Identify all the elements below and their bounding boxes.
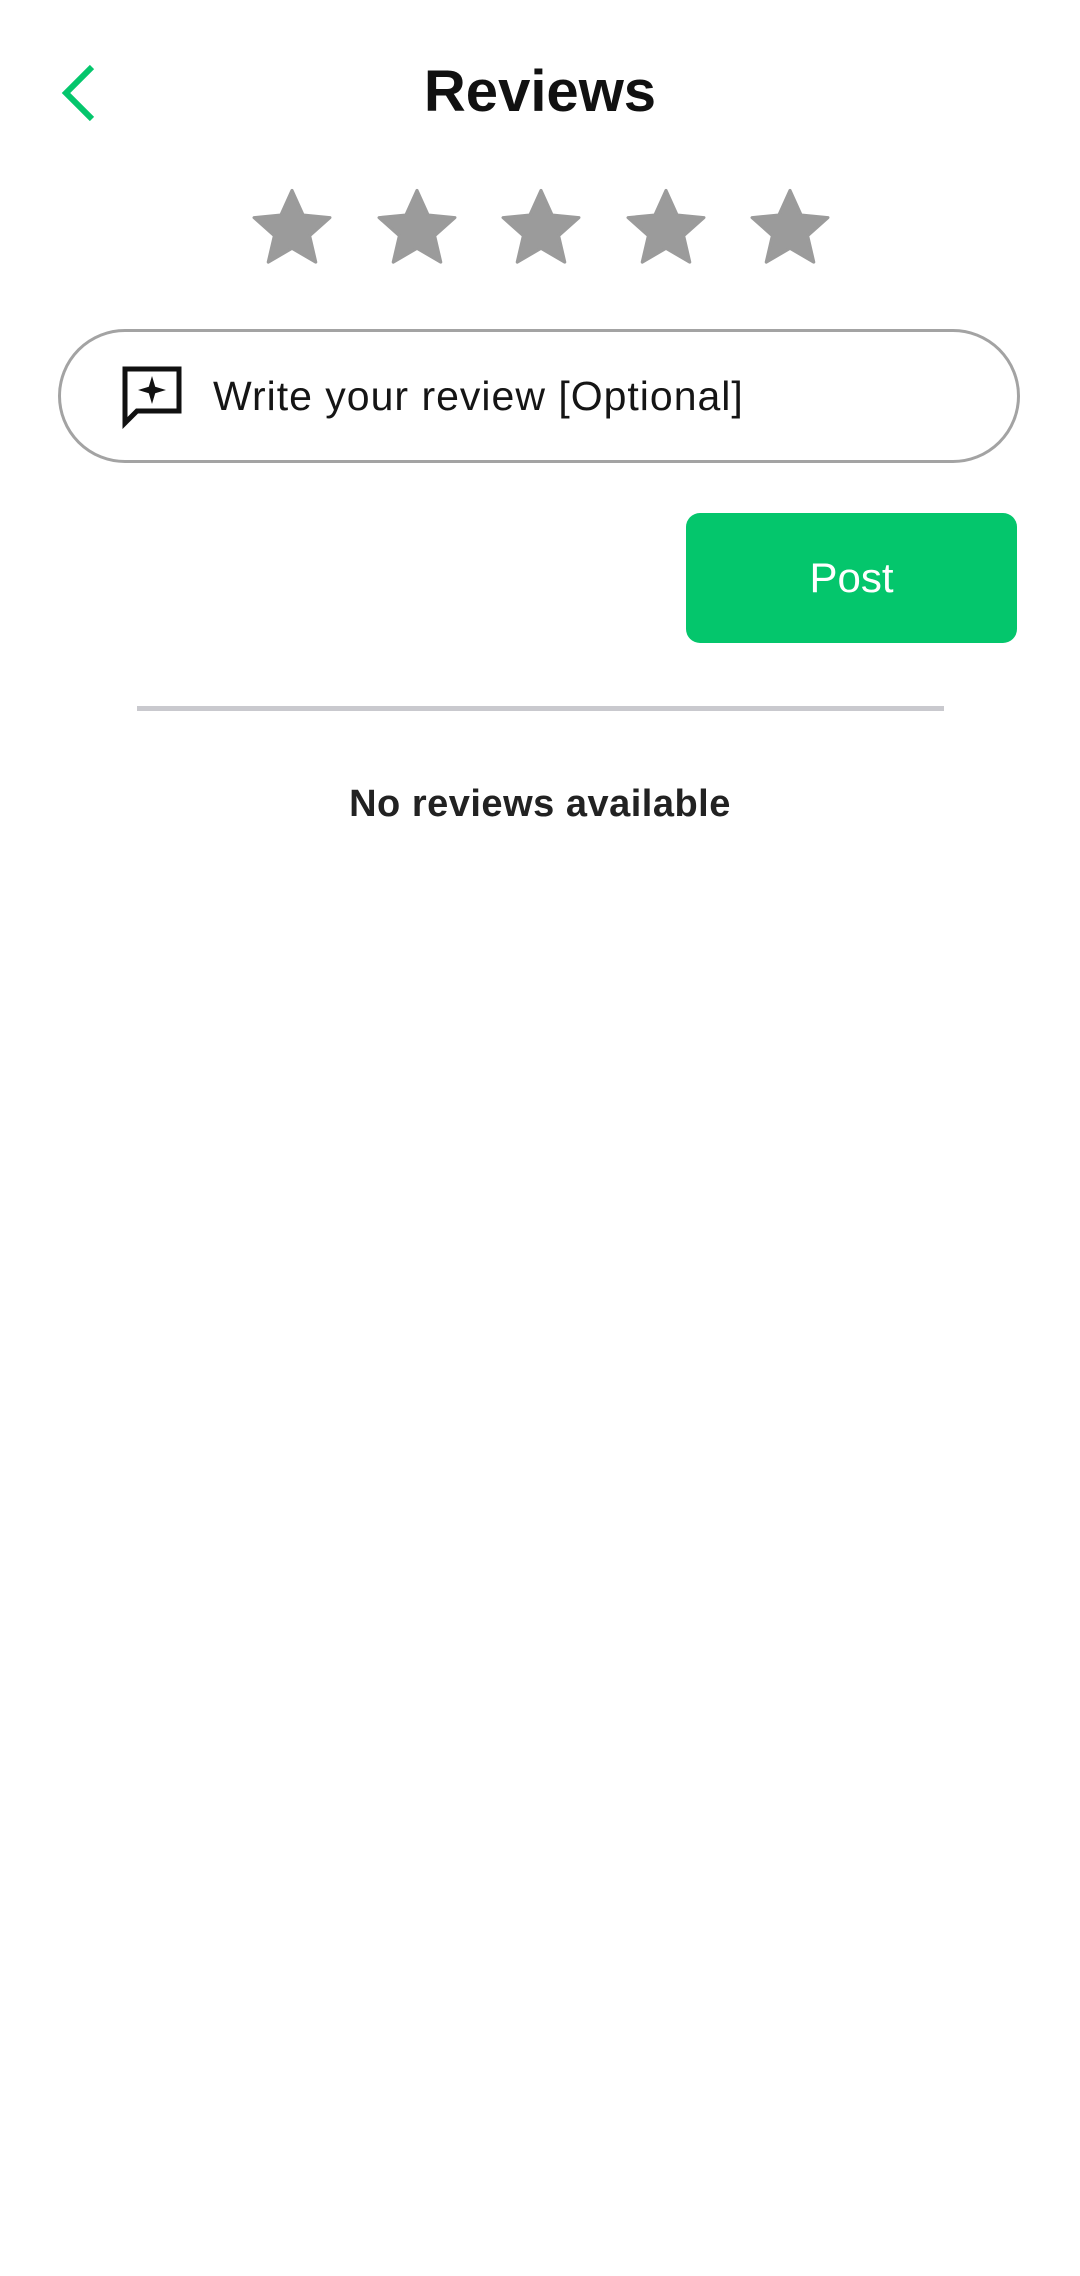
empty-reviews-message: No reviews available — [349, 783, 731, 825]
review-input-placeholder: Write your review [Optional] — [213, 372, 744, 419]
star-3[interactable] — [495, 182, 587, 274]
star-4[interactable] — [620, 182, 712, 274]
post-button[interactable]: Post — [686, 513, 1017, 643]
star-icon — [377, 188, 456, 264]
chat-sparkle-icon — [119, 363, 185, 429]
star-icon — [252, 188, 332, 264]
divider — [137, 706, 944, 711]
star-icon — [501, 188, 581, 264]
star-1[interactable] — [246, 182, 338, 274]
star-icon — [626, 188, 705, 264]
star-2[interactable] — [371, 182, 463, 274]
star-5[interactable] — [744, 182, 836, 274]
header: Reviews — [0, 0, 1080, 180]
page-title: Reviews — [423, 59, 657, 124]
star-icon — [750, 188, 830, 264]
star-rating[interactable] — [246, 182, 836, 274]
review-input[interactable]: Write your review [Optional] — [58, 329, 1020, 463]
